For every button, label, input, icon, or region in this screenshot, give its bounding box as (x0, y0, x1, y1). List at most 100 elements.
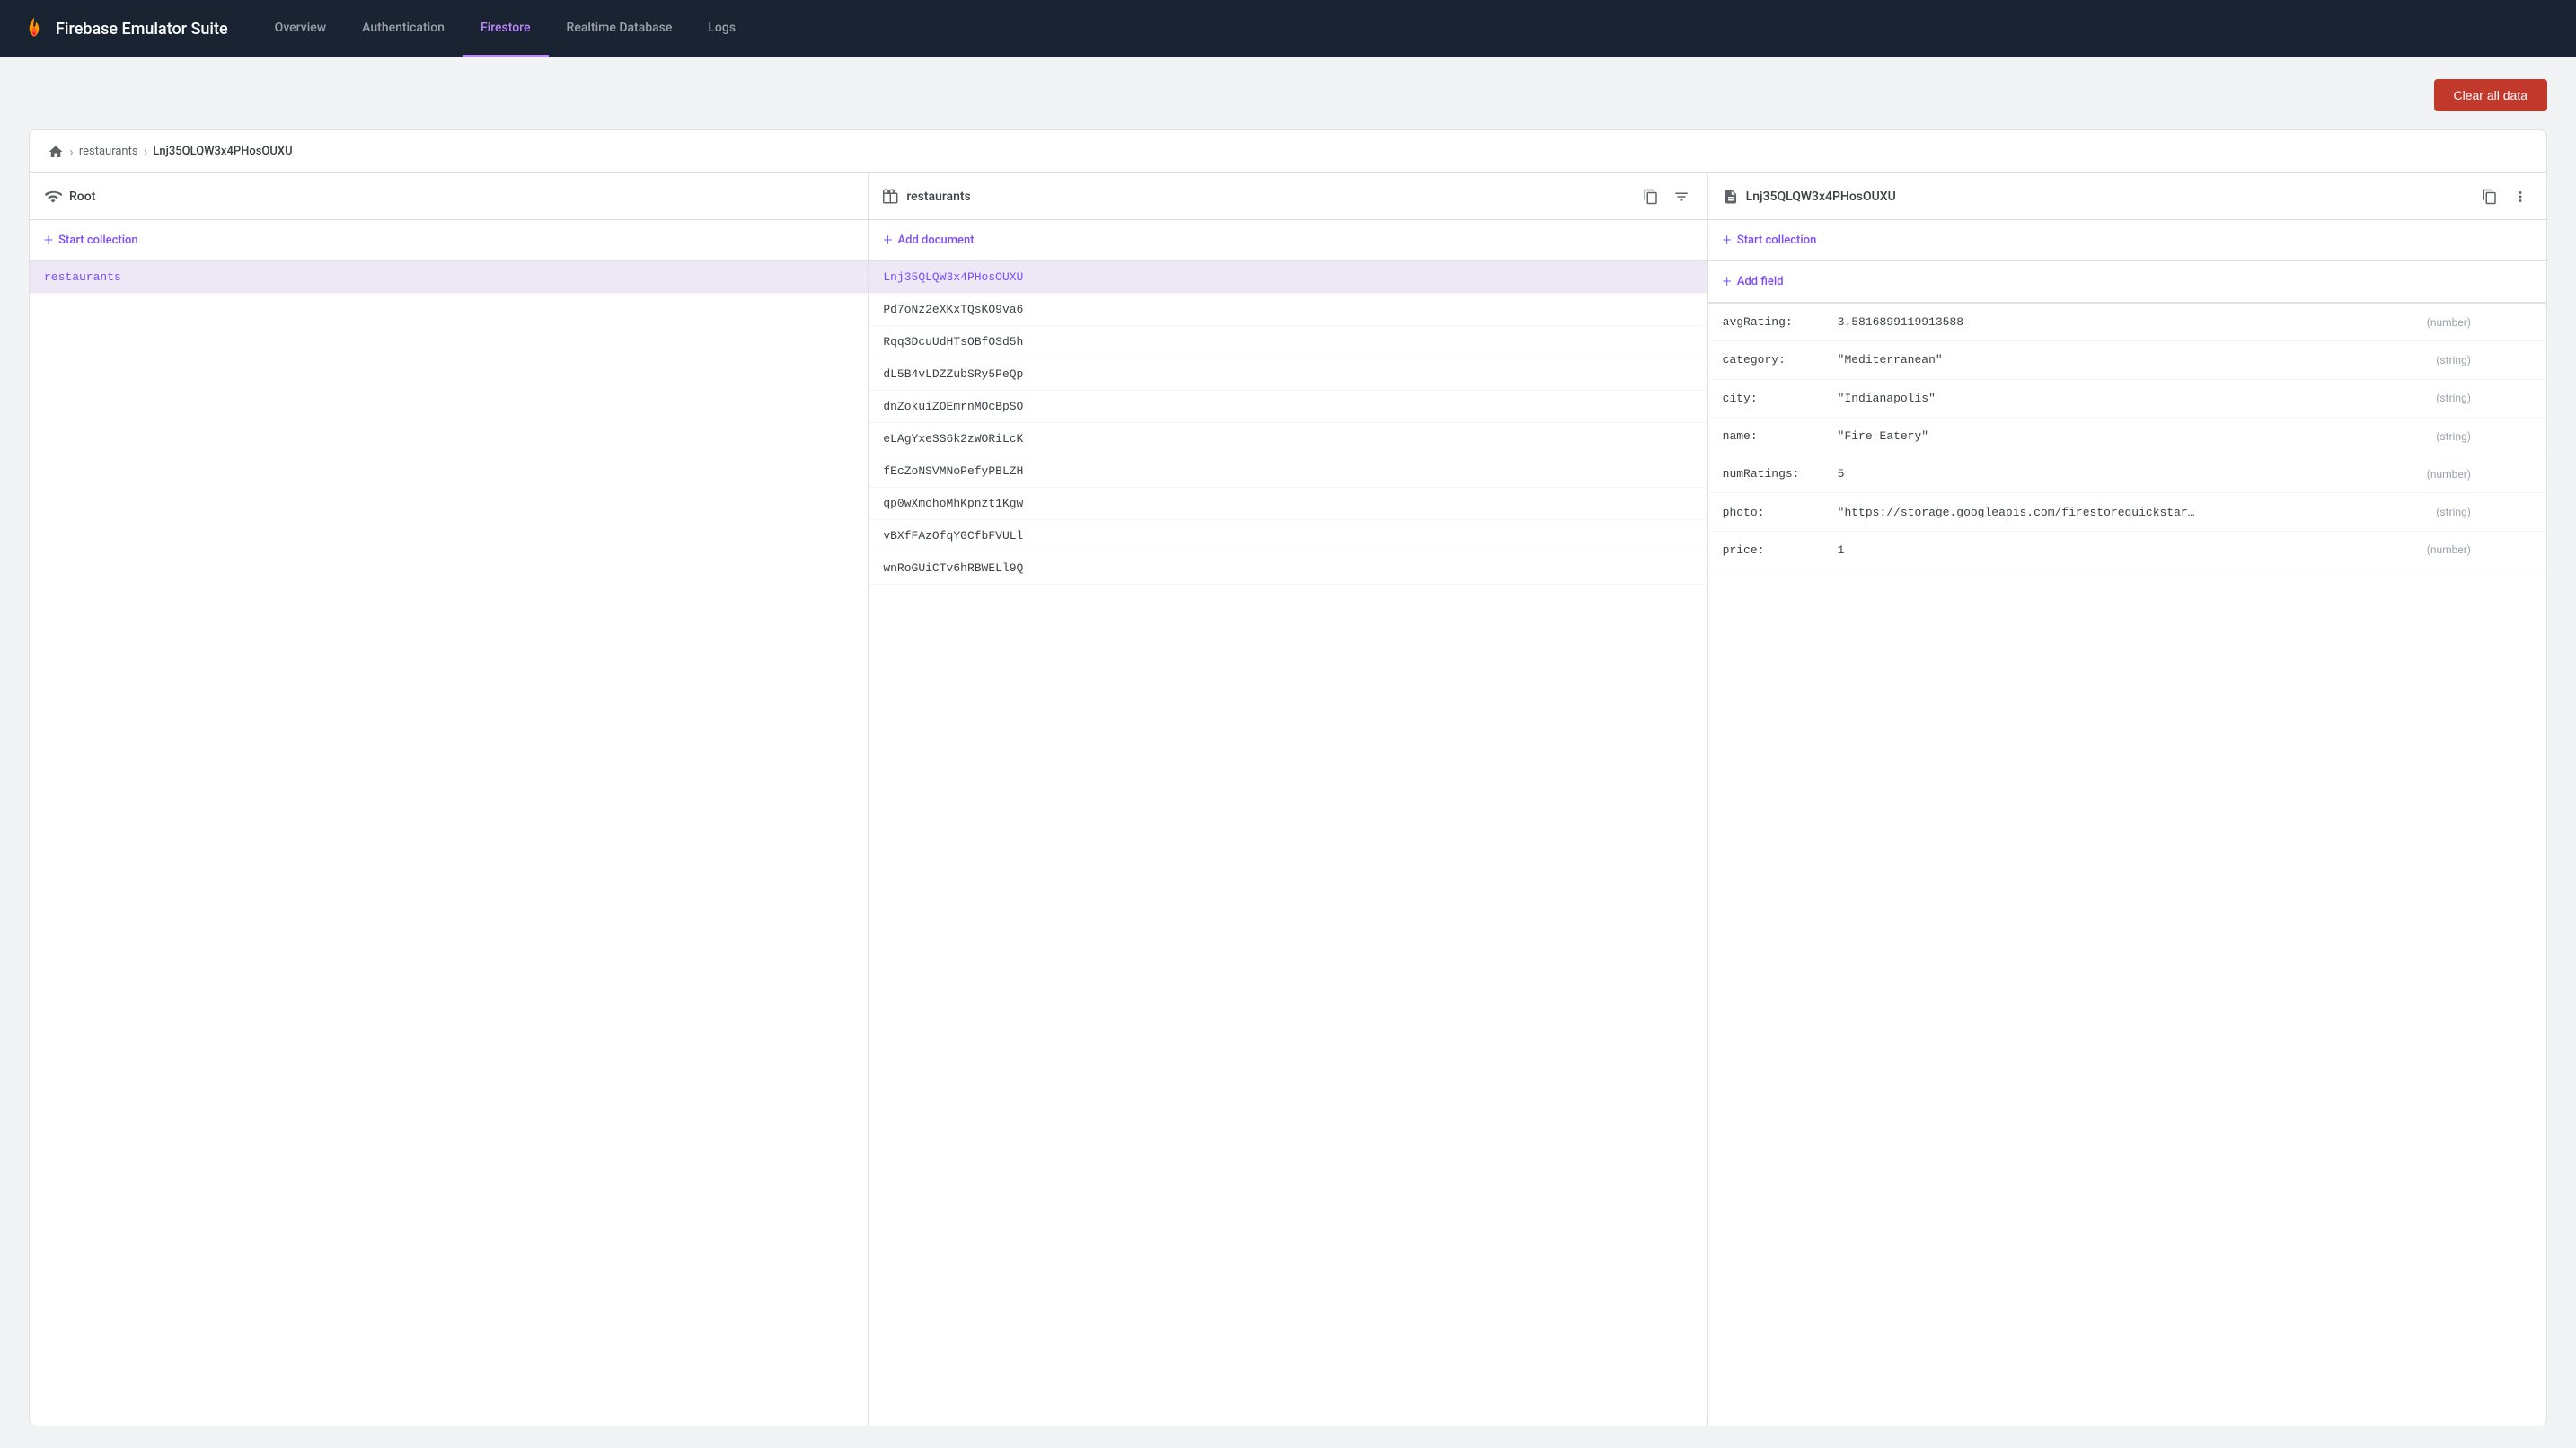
edit-numratings-button[interactable] (2485, 464, 2507, 483)
list-item-doc-1[interactable]: Pd7oNz2eXKxTQsKO9va6 (869, 294, 1707, 326)
field-value-photo: "https://storage.googleapis.com/firestor… (1838, 506, 2197, 519)
delete-price-button[interactable] (2510, 541, 2532, 560)
restaurants-column: restaurants + Add document (869, 173, 1707, 1426)
copy-collection-button[interactable] (1639, 185, 1663, 208)
copy-document-button[interactable] (2478, 185, 2501, 208)
field-value-city: "Indianapolis" (1838, 392, 2430, 405)
field-type-name: (string) (2436, 430, 2471, 443)
document-column-header: Lnj35QLQW3x4PHosOUXU (1708, 173, 2546, 220)
restaurants-doc-icon (883, 188, 899, 206)
fire-icon (22, 16, 47, 41)
root-list: restaurants (30, 261, 868, 1426)
delete-avgrating-button[interactable] (2510, 313, 2532, 331)
delete-photo-button[interactable] (2510, 502, 2532, 521)
top-nav: Firebase Emulator Suite Overview Authent… (0, 0, 2576, 57)
edit-avgrating-button[interactable] (2485, 313, 2507, 331)
nav-brand-title: Firebase Emulator Suite (56, 20, 228, 39)
filter-collection-button[interactable] (1670, 185, 1693, 208)
list-item-doc-0[interactable]: Lnj35QLQW3x4PHosOUXU (869, 261, 1707, 294)
list-item-doc-8[interactable]: vBXfFAzOfqYGCfbFVULl (869, 520, 1707, 552)
document-icon (1723, 188, 1739, 206)
document-column-title: Lnj35QLQW3x4PHosOUXU (1746, 190, 2471, 204)
toolbar: Clear all data (29, 79, 2547, 111)
doc-start-collection-label: Start collection (1737, 234, 1816, 247)
list-item-doc-2[interactable]: Rqq3DcuUdHTsOBfOSd5h (869, 326, 1707, 358)
nav-brand: Firebase Emulator Suite (22, 16, 228, 41)
field-key-avgrating: avgRating: (1723, 315, 1831, 329)
nav-overview[interactable]: Overview (257, 0, 344, 57)
restaurants-column-header: restaurants (869, 173, 1707, 220)
nav-authentication[interactable]: Authentication (344, 0, 463, 57)
breadcrumb-collection[interactable]: restaurants (79, 145, 138, 158)
field-row-numratings: numRatings: 5 (number) (1708, 455, 2546, 493)
root-column-title: Root (69, 190, 853, 204)
field-key-name: name: (1723, 429, 1831, 443)
restaurants-column-actions (1639, 185, 1693, 208)
field-row-city: city: "Indianapolis" (string) (1708, 380, 2546, 418)
plus-icon-doc-collection: + (1723, 231, 1732, 250)
delete-city-button[interactable] (2510, 389, 2532, 408)
main-content: Clear all data › restaurants › Lnj35QLQW… (0, 57, 2576, 1448)
root-wifi-icon (44, 187, 62, 206)
field-type-category: (string) (2436, 354, 2471, 366)
nav-links: Overview Authentication Firestore Realti… (257, 0, 754, 57)
edit-price-button[interactable] (2485, 541, 2507, 560)
field-row-category: category: "Mediterranean" (string) (1708, 341, 2546, 379)
list-item-doc-4[interactable]: dnZokuiZOEmrnMOcBpSO (869, 391, 1707, 423)
edit-city-button[interactable] (2485, 389, 2507, 408)
field-type-photo: (string) (2436, 506, 2471, 518)
columns-container: Root + Start collection restaurants (30, 173, 2546, 1426)
field-value-name: "Fire Eatery" (1838, 429, 2430, 443)
list-item-doc-3[interactable]: dL5B4vLDZZubSRy5PeQp (869, 358, 1707, 391)
more-options-button[interactable] (2509, 185, 2532, 208)
field-row-photo: photo: "https://storage.googleapis.com/f… (1708, 493, 2546, 531)
clear-all-data-button[interactable]: Clear all data (2434, 79, 2548, 111)
delete-name-button[interactable] (2510, 427, 2532, 446)
field-row-name: name: "Fire Eatery" (string) (1708, 418, 2546, 455)
field-key-photo: photo: (1723, 506, 1831, 519)
breadcrumb-home-icon[interactable] (48, 144, 64, 160)
field-key-price: price: (1723, 543, 1831, 557)
field-value-price: 1 (1838, 543, 2420, 557)
plus-icon-restaurants: + (883, 231, 892, 250)
fields-list: avgRating: 3.5816899119913588 (number) (1708, 304, 2546, 1426)
start-collection-label: Start collection (58, 234, 137, 247)
nav-firestore[interactable]: Firestore (463, 0, 549, 57)
breadcrumb: › restaurants › Lnj35QLQW3x4PHosOUXU (30, 130, 2546, 173)
document-column: Lnj35QLQW3x4PHosOUXU + Start collection (1708, 173, 2546, 1426)
field-row-avgrating: avgRating: 3.5816899119913588 (number) (1708, 304, 2546, 341)
field-key-city: city: (1723, 392, 1831, 405)
list-item-doc-6[interactable]: fEcZoNSVMNoPefyPBLZH (869, 455, 1707, 488)
field-value-numratings: 5 (1838, 467, 2420, 481)
restaurants-list: Lnj35QLQW3x4PHosOUXU Pd7oNz2eXKxTQsKO9va… (869, 261, 1707, 1426)
breadcrumb-sep-2: › (144, 143, 148, 160)
nav-logs[interactable]: Logs (690, 0, 754, 57)
plus-icon-field: + (1723, 272, 1732, 291)
field-key-category: category: (1723, 353, 1831, 366)
list-item-doc-7[interactable]: qp0wXmohoMhKpnzt1Kgw (869, 488, 1707, 520)
start-collection-button[interactable]: + Start collection (30, 220, 868, 261)
field-type-city: (string) (2436, 392, 2471, 404)
doc-start-collection-button[interactable]: + Start collection (1708, 220, 2546, 261)
add-document-label: Add document (898, 234, 975, 247)
delete-numratings-button[interactable] (2510, 464, 2532, 483)
field-key-numratings: numRatings: (1723, 467, 1831, 481)
list-item-doc-5[interactable]: eLAgYxeSS6k2zWORiLcK (869, 423, 1707, 455)
field-type-price: (number) (2427, 543, 2471, 556)
nav-realtime-database[interactable]: Realtime Database (549, 0, 691, 57)
root-column: Root + Start collection restaurants (30, 173, 869, 1426)
list-item-doc-9[interactable]: wnRoGUiCTv6hRBWELl9Q (869, 552, 1707, 585)
field-value-category: "Mediterranean" (1838, 353, 2430, 366)
add-document-button[interactable]: + Add document (869, 220, 1707, 261)
field-type-avgrating: (number) (2427, 316, 2471, 329)
delete-category-button[interactable] (2510, 350, 2532, 369)
breadcrumb-sep-1: › (69, 143, 74, 160)
restaurants-column-title: restaurants (906, 190, 1631, 204)
list-item-restaurants[interactable]: restaurants (30, 261, 868, 294)
edit-category-button[interactable] (2485, 350, 2507, 369)
firestore-panel: › restaurants › Lnj35QLQW3x4PHosOUXU Roo… (29, 129, 2547, 1426)
edit-name-button[interactable] (2485, 427, 2507, 446)
add-field-button[interactable]: + Add field (1708, 261, 2546, 304)
edit-photo-button[interactable] (2485, 502, 2507, 521)
field-value-avgrating: 3.5816899119913588 (1838, 315, 2420, 329)
